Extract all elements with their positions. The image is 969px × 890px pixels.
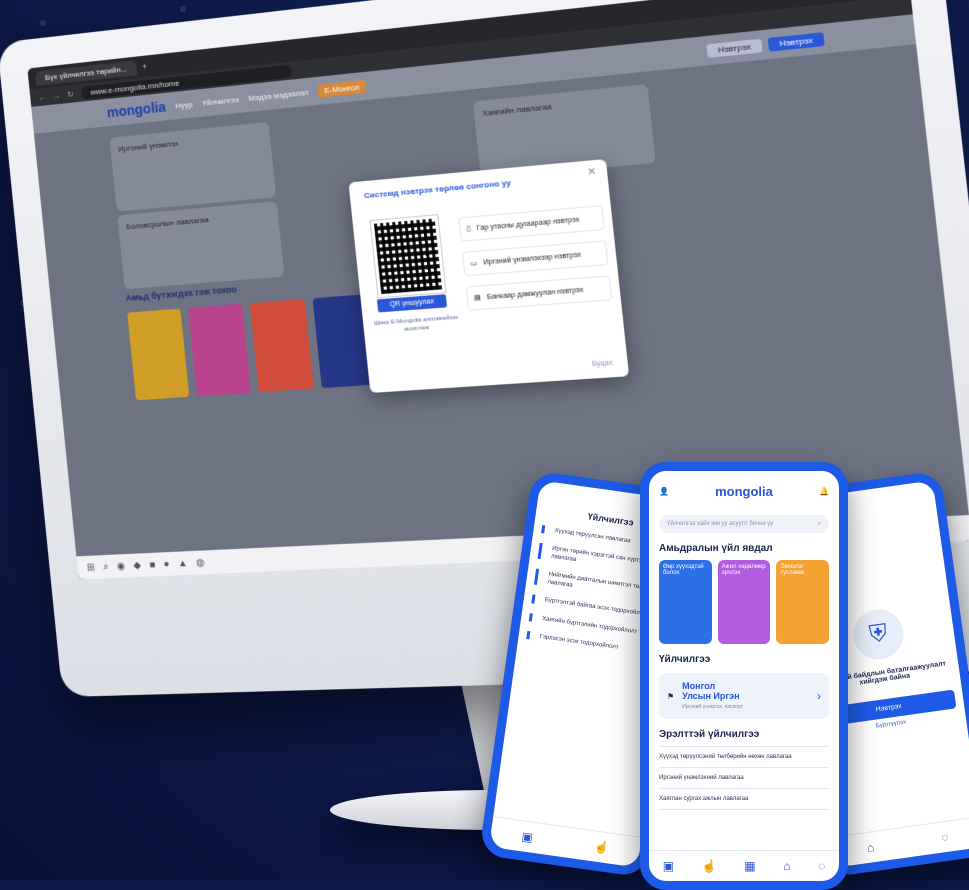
login-option-id[interactable]: ▭ Иргэний үнэмлэхээр нэвтрэх xyxy=(461,240,609,277)
pointer-icon[interactable]: ☝ xyxy=(593,839,610,855)
life-event-card[interactable]: Эмнэлэг тусламж xyxy=(776,560,830,644)
citizen-banner-text: Монгол Улсын Иргэн Иргэний үнэмлэх, пасп… xyxy=(682,681,744,710)
list-item[interactable]: Хаяглан сургах ажлын лавлагаа xyxy=(659,789,829,810)
list-item[interactable]: Иргэний үнэмлэхний лавлагаа xyxy=(659,768,829,789)
phone-icon: ▯ xyxy=(466,225,472,234)
popular-services-list: Хүүхэд төрүүлсэний төлбөрийн нөхөн лавла… xyxy=(659,746,829,810)
login-option-bank[interactable]: ▤ Банкаар дамжуулан нэвтрэх xyxy=(465,275,613,311)
nav-home[interactable]: Нүүр xyxy=(175,99,193,110)
service-card[interactable]: Боловсролын лавлагаа xyxy=(117,201,285,290)
service-tile[interactable] xyxy=(127,308,190,401)
banner-line2: Улсын Иргэн xyxy=(682,690,740,701)
user-icon[interactable]: 👤 xyxy=(659,487,669,496)
login-ghost-button[interactable]: Нэвтрэх xyxy=(706,38,763,58)
life-event-card-label: Эмнэлэг тусламж xyxy=(780,564,805,576)
taskbar-app-icon[interactable]: ■ xyxy=(149,559,156,570)
id-card-icon: ▭ xyxy=(470,259,478,268)
life-event-card-label: Ажил хөдөлмөр эрхлэх xyxy=(721,564,766,576)
section-title: Үйлчилгээ xyxy=(659,654,711,665)
service-card-title: Боловсролын лавлагаа xyxy=(125,215,210,232)
service-card-title: Хаягийн лавлагаа xyxy=(481,101,553,118)
modal-back-link[interactable]: Буцах xyxy=(592,360,613,369)
document-icon[interactable]: ▣ xyxy=(521,829,534,844)
qr-code xyxy=(370,215,446,298)
phone-bottom-nav: ⌂ ◌ xyxy=(831,816,969,868)
login-option-label: Иргэний үнэмлэхээр нэвтрэх xyxy=(482,251,582,267)
bell-icon[interactable]: 🔔 xyxy=(819,487,829,496)
phone-bottom-nav: ▣ ☝ ▦ ⌂ ◌ xyxy=(649,850,839,881)
citizen-banner[interactable]: ⚑ Монгол Улсын Иргэн Иргэний үнэмлэх, па… xyxy=(659,673,829,719)
app-logo: mongolia xyxy=(715,483,773,499)
login-option-label: Банкаар дамжуулан нэвтрэх xyxy=(486,286,584,301)
back-icon[interactable]: ← xyxy=(37,92,45,101)
search-input[interactable]: Үйлчилгээ хайх юм уу асуулт бичнэ үү ⌕ xyxy=(659,515,829,533)
site-logo[interactable]: mongolia xyxy=(106,99,166,121)
flag-icon: ⚑ xyxy=(667,691,675,701)
search-icon[interactable]: ⌕ xyxy=(818,521,821,528)
decor-dot xyxy=(40,20,46,26)
life-event-card[interactable]: Өөр хүүхэдтэй болох xyxy=(659,560,712,644)
search-icon[interactable]: ⌕ xyxy=(103,561,109,572)
qr-scan-button[interactable]: QR уншуулах xyxy=(376,294,448,313)
service-tile[interactable] xyxy=(249,298,314,393)
taskbar-app-icon[interactable]: ▲ xyxy=(177,558,188,569)
qr-icon[interactable]: ▦ xyxy=(744,859,755,873)
login-option-label: Гар утасны дугаараар нэвтрэх xyxy=(476,215,580,232)
life-event-card[interactable]: Ажил хөдөлмөр эрхлэх xyxy=(717,560,771,644)
login-group: Нэвтрэх Нэвтрэх xyxy=(706,31,825,58)
login-option-phone[interactable]: ▯ Гар утасны дугаараар нэвтрэх xyxy=(458,205,605,242)
nav-services[interactable]: Үйлчилгээ xyxy=(202,95,239,108)
phone-center: 👤 mongolia 🔔 Үйлчилгээ хайх юм уу асуулт… xyxy=(640,462,848,890)
phone-header: 👤 mongolia 🔔 xyxy=(649,471,839,511)
windows-start-icon[interactable]: ⊞ xyxy=(86,562,95,573)
shield-icon: ⛨ xyxy=(850,606,907,663)
taskbar-app-icon[interactable]: ◆ xyxy=(133,560,141,571)
service-card[interactable]: Иргэний үнэмлэх xyxy=(109,121,277,212)
section-title: Эрэлттэй үйлчилгээ xyxy=(659,729,760,740)
life-event-cards: Өөр хүүхэдтэй болох Ажил хөдөлмөр эрхлэх… xyxy=(659,560,830,644)
banner-subtitle: Иргэний үнэмлэх, паспорт xyxy=(682,703,744,710)
chat-icon[interactable]: ◌ xyxy=(818,859,825,873)
service-tile[interactable] xyxy=(187,303,252,397)
forward-icon[interactable]: → xyxy=(52,91,60,100)
taskbar-app-icon[interactable]: ◉ xyxy=(116,560,125,571)
modal-title: Системд нэвтрэх төрлөө сонгоно уу xyxy=(363,178,512,201)
document-icon[interactable]: ▣ xyxy=(663,859,674,873)
nav-news[interactable]: Мэдээ мэдээлэл xyxy=(248,87,309,102)
bank-icon[interactable]: ⌂ xyxy=(783,859,790,873)
close-icon[interactable]: ✕ xyxy=(587,166,597,178)
section-title: Амьдралын үйл явдал xyxy=(659,543,773,554)
chevron-right-icon[interactable]: › xyxy=(817,689,821,703)
bank-icon[interactable]: ⌂ xyxy=(866,840,875,855)
chat-icon[interactable]: ◌ xyxy=(940,830,949,845)
list-item[interactable]: Хүүхэд төрүүлсэний төлбөрийн нөхөн лавла… xyxy=(659,747,829,768)
nav-highlight-button[interactable]: Е-Монгол xyxy=(317,79,367,98)
taskbar-app-icon[interactable]: ◍ xyxy=(196,557,205,568)
login-primary-button[interactable]: Нэвтрэх xyxy=(767,31,825,52)
new-tab-icon[interactable]: + xyxy=(141,61,147,71)
pointer-icon[interactable]: ☝ xyxy=(702,859,717,873)
login-modal: Системд нэвтрэх төрлөө сонгоно уу ✕ QR у… xyxy=(348,159,630,393)
qr-caption: Шинэ E-Mongolia аппликейшн ашиглаж xyxy=(373,314,459,334)
reload-icon[interactable]: ↻ xyxy=(67,89,74,98)
search-placeholder: Үйлчилгээ хайх юм уу асуулт бичнэ үү xyxy=(667,521,774,527)
decor-dot xyxy=(180,6,186,12)
service-card-title: Иргэний үнэмлэх xyxy=(117,138,179,154)
taskbar-app-icon[interactable]: ● xyxy=(163,558,170,569)
bank-icon: ▤ xyxy=(473,294,482,303)
life-event-card-label: Өөр хүүхэдтэй болох xyxy=(663,564,704,576)
